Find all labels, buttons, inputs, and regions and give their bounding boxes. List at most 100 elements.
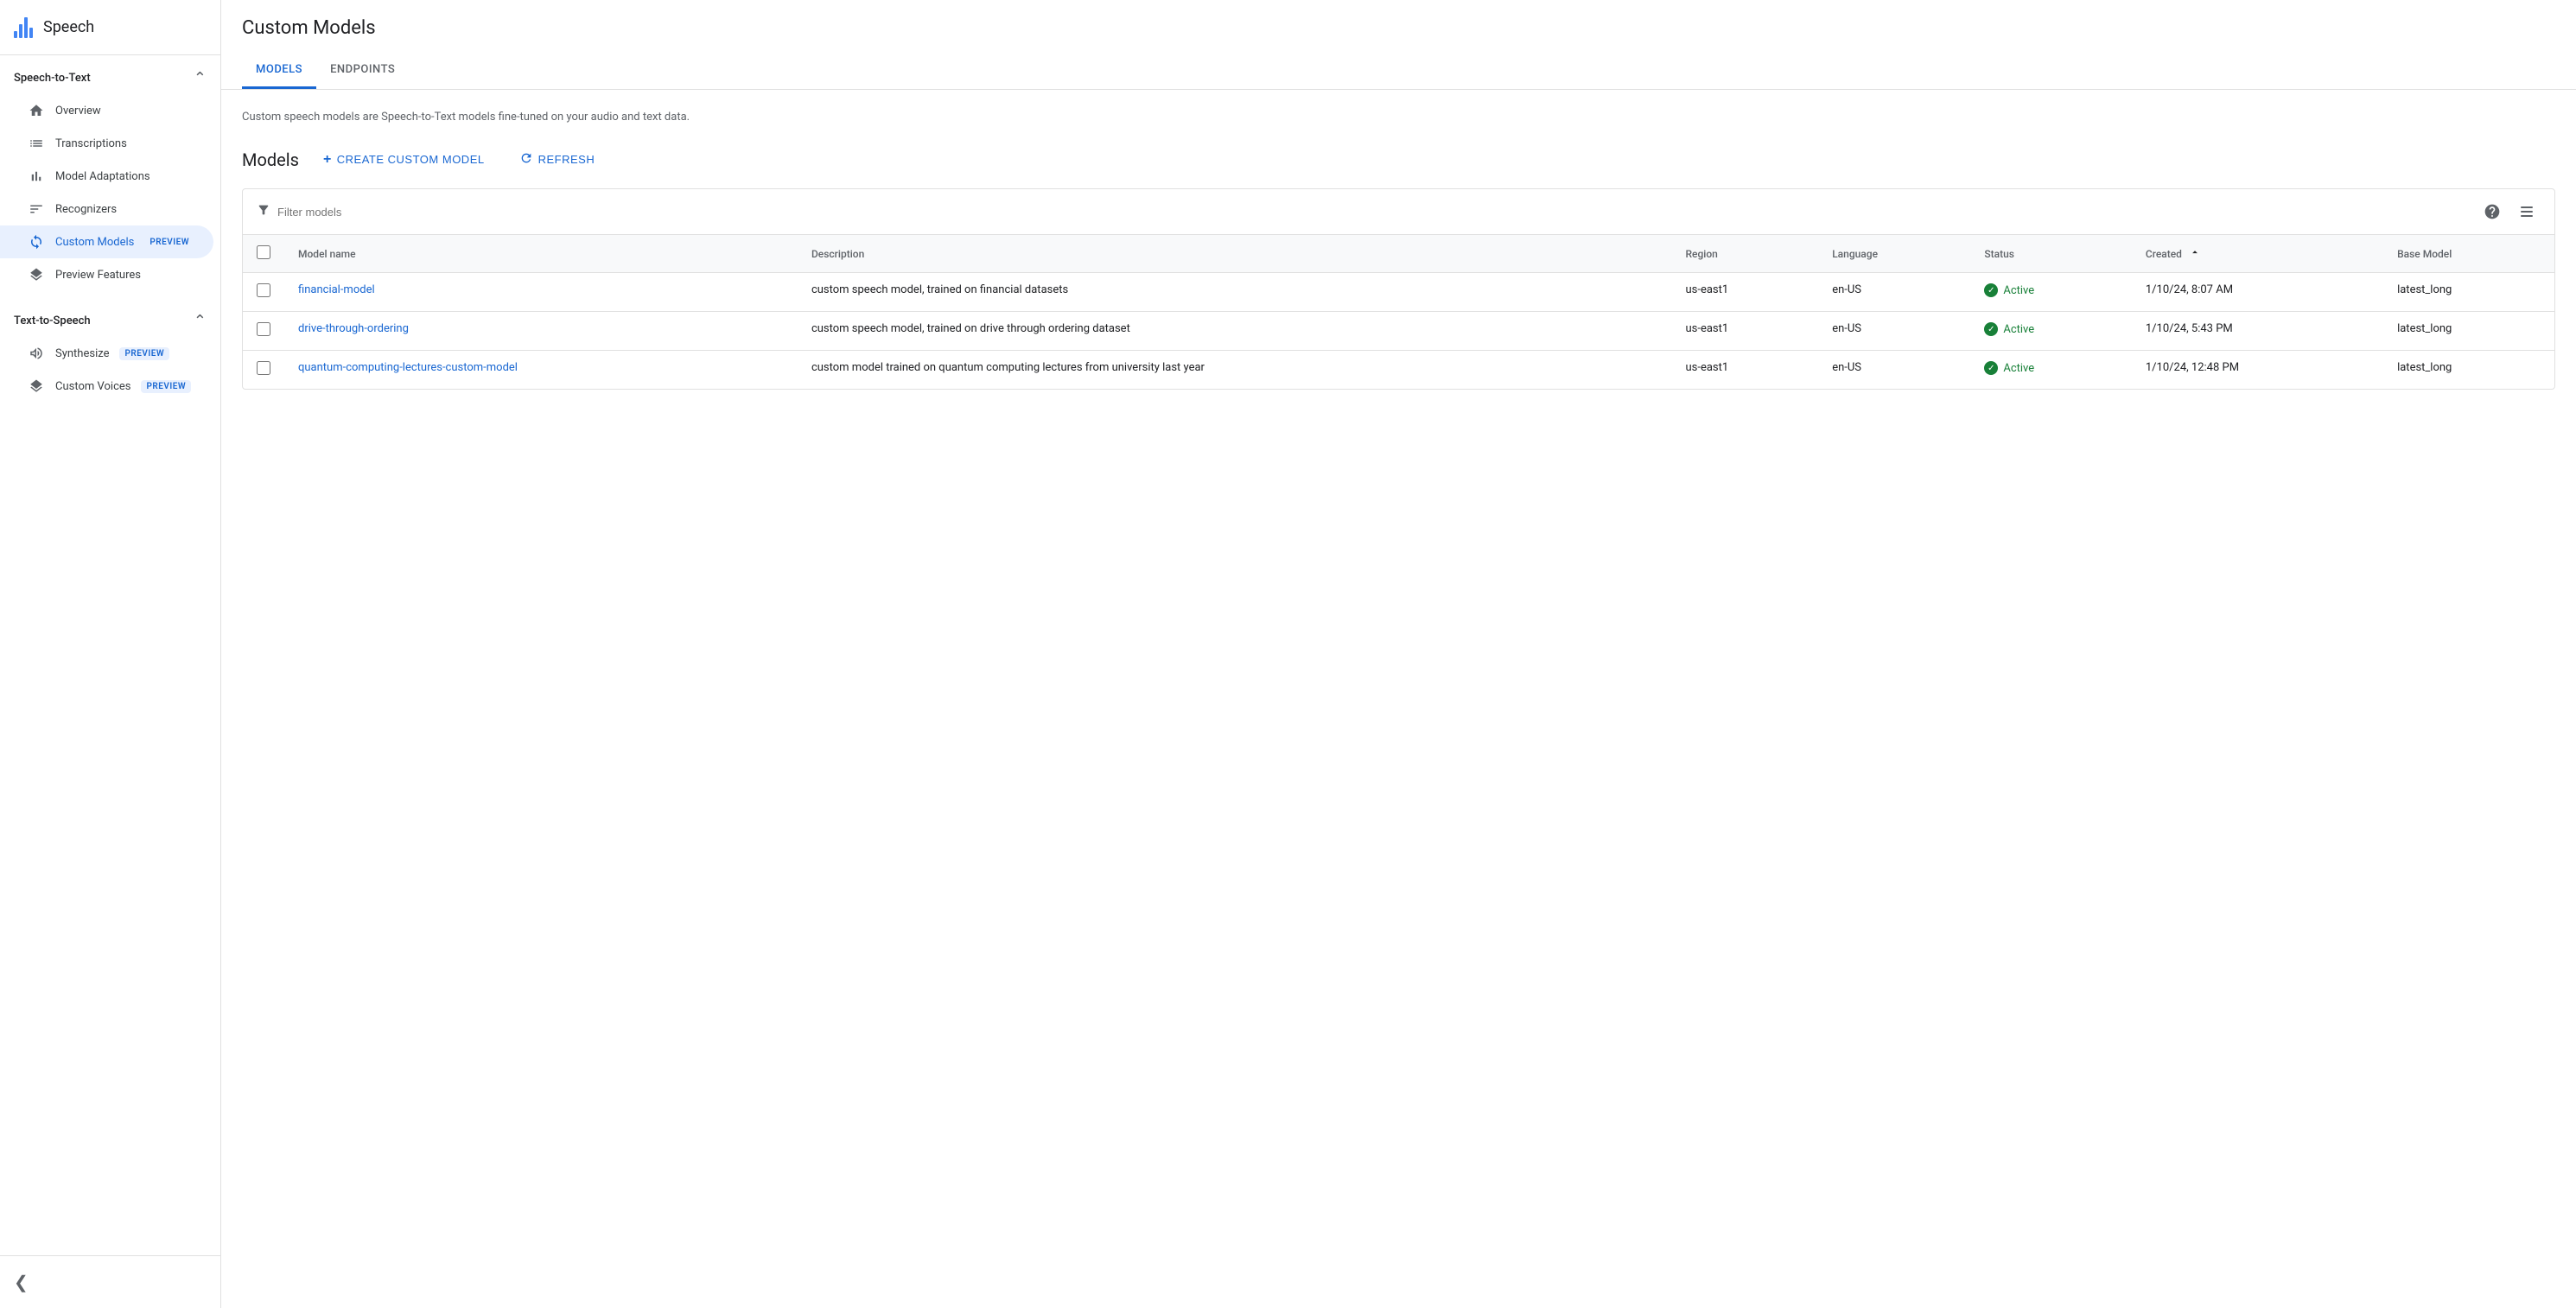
model-name-link[interactable]: quantum-computing-lectures-custom-model <box>298 361 518 374</box>
cell-region: us-east1 <box>1672 273 1819 312</box>
custom-voices-icon <box>28 378 45 394</box>
cell-status: ✓ Active <box>1970 351 2132 390</box>
page-header: Custom Models MODELS ENDPOINTS <box>221 0 2576 90</box>
sidebar-item-custom-models[interactable]: Custom Models PREVIEW <box>0 225 213 258</box>
status-label: Active <box>2003 362 2034 375</box>
status-label: Active <box>2003 323 2034 336</box>
table-filter-row <box>243 189 2554 235</box>
logo-icon <box>14 17 33 38</box>
header-description: Description <box>798 235 1672 273</box>
header-select-all[interactable] <box>243 235 284 273</box>
sidebar-item-label: Model Adaptations <box>55 170 150 183</box>
chart-bar-icon <box>28 168 45 184</box>
sort-ascending-icon <box>2189 246 2201 261</box>
logo-bar-1 <box>14 31 17 38</box>
header-created[interactable]: Created <box>2132 235 2383 273</box>
row-checkbox-cell[interactable] <box>243 312 284 351</box>
sidebar-item-label: Synthesize <box>55 347 109 360</box>
refresh-button[interactable]: REFRESH <box>509 144 606 175</box>
tab-models[interactable]: MODELS <box>242 53 316 89</box>
tab-endpoints[interactable]: ENDPOINTS <box>316 53 409 89</box>
page-title: Custom Models <box>242 17 2555 39</box>
sync-icon <box>28 234 45 250</box>
cell-created: 1/10/24, 8:07 AM <box>2132 273 2383 312</box>
header-status: Status <box>1970 235 2132 273</box>
cell-model-name: quantum-computing-lectures-custom-model <box>284 351 798 390</box>
cell-language: en-US <box>1818 312 1970 351</box>
row-checkbox-0[interactable] <box>257 283 270 297</box>
header-model-name: Model name <box>284 235 798 273</box>
logo-bar-2 <box>19 24 22 38</box>
header-language: Language <box>1818 235 1970 273</box>
model-name-link[interactable]: drive-through-ordering <box>298 322 409 335</box>
row-checkbox-1[interactable] <box>257 322 270 336</box>
sidebar-item-label: Transcriptions <box>55 137 127 150</box>
cell-base-model: latest_long <box>2383 273 2554 312</box>
cell-model-name: financial-model <box>284 273 798 312</box>
recognizers-icon <box>28 201 45 217</box>
stt-section-label: Speech-to-Text <box>14 72 91 85</box>
status-active-dot: ✓ <box>1984 322 1998 336</box>
tts-section-label: Text-to-Speech <box>14 314 91 327</box>
refresh-button-label: REFRESH <box>538 153 595 166</box>
section-title: Models <box>242 149 299 170</box>
row-checkbox-cell[interactable] <box>243 351 284 390</box>
sidebar-item-transcriptions[interactable]: Transcriptions <box>0 127 213 160</box>
speech-to-text-section: Speech-to-Text ⌃ Overview Transcriptions… <box>0 55 220 298</box>
filter-input[interactable] <box>277 206 2471 219</box>
plus-icon: + <box>323 152 332 168</box>
table-row: financial-model custom speech model, tra… <box>243 273 2554 312</box>
row-checkbox-2[interactable] <box>257 361 270 375</box>
cell-base-model: latest_long <box>2383 312 2554 351</box>
create-custom-model-button[interactable]: + CREATE CUSTOM MODEL <box>313 145 495 175</box>
refresh-icon <box>519 151 533 168</box>
tts-chevron-icon: ⌃ <box>194 312 207 330</box>
logo-bar-4 <box>29 28 33 38</box>
sidebar-item-recognizers[interactable]: Recognizers <box>0 193 213 225</box>
sidebar-item-synthesize[interactable]: Synthesize PREVIEW <box>0 337 213 370</box>
sidebar-item-model-adaptations[interactable]: Model Adaptations <box>0 160 213 193</box>
waveform-icon <box>28 346 45 361</box>
model-name-link[interactable]: financial-model <box>298 283 375 296</box>
content-toolbar: Models + CREATE CUSTOM MODEL REFRESH <box>242 144 2555 175</box>
table-header-row: Model name Description Region Language S <box>243 235 2554 273</box>
collapse-sidebar-button[interactable]: ❮ <box>0 1263 220 1301</box>
three-bars-icon <box>2521 206 2533 217</box>
cell-created: 1/10/24, 5:43 PM <box>2132 312 2383 351</box>
list-icon <box>28 136 45 151</box>
stt-chevron-icon: ⌃ <box>194 69 207 87</box>
stt-section-header[interactable]: Speech-to-Text ⌃ <box>0 62 220 94</box>
help-button[interactable] <box>2478 198 2506 225</box>
tabs: MODELS ENDPOINTS <box>242 53 2555 89</box>
cell-description: custom speech model, trained on financia… <box>798 273 1672 312</box>
filter-icon <box>257 203 270 220</box>
tts-section-header[interactable]: Text-to-Speech ⌃ <box>0 305 220 337</box>
content-area: Custom speech models are Speech-to-Text … <box>221 90 2576 1308</box>
sidebar-item-overview[interactable]: Overview <box>0 94 213 127</box>
cell-language: en-US <box>1818 273 1970 312</box>
models-table: Model name Description Region Language S <box>243 235 2554 389</box>
sidebar-item-label: Preview Features <box>55 269 141 282</box>
sidebar-item-preview-features[interactable]: Preview Features <box>0 258 213 291</box>
app-logo: Speech <box>14 17 94 38</box>
models-table-container: Model name Description Region Language S <box>242 188 2555 390</box>
sidebar-item-label: Overview <box>55 105 101 117</box>
table-row: quantum-computing-lectures-custom-model … <box>243 351 2554 390</box>
cell-region: us-east1 <box>1672 312 1819 351</box>
synthesize-preview-badge: PREVIEW <box>119 347 169 360</box>
create-button-label: CREATE CUSTOM MODEL <box>337 153 485 166</box>
main-content: Custom Models MODELS ENDPOINTS Custom sp… <box>221 0 2576 1308</box>
header-region: Region <box>1672 235 1819 273</box>
collapse-icon: ❮ <box>14 1272 29 1292</box>
sidebar-item-custom-voices[interactable]: Custom Voices PREVIEW <box>0 370 213 403</box>
cell-status: ✓ Active <box>1970 273 2132 312</box>
app-title: Speech <box>43 18 94 36</box>
column-settings-button[interactable] <box>2513 198 2541 225</box>
cell-description: custom speech model, trained on drive th… <box>798 312 1672 351</box>
select-all-checkbox[interactable] <box>257 245 270 259</box>
cell-status: ✓ Active <box>1970 312 2132 351</box>
table-body: financial-model custom speech model, tra… <box>243 273 2554 390</box>
custom-models-preview-badge: PREVIEW <box>144 236 194 249</box>
cell-model-name: drive-through-ordering <box>284 312 798 351</box>
row-checkbox-cell[interactable] <box>243 273 284 312</box>
